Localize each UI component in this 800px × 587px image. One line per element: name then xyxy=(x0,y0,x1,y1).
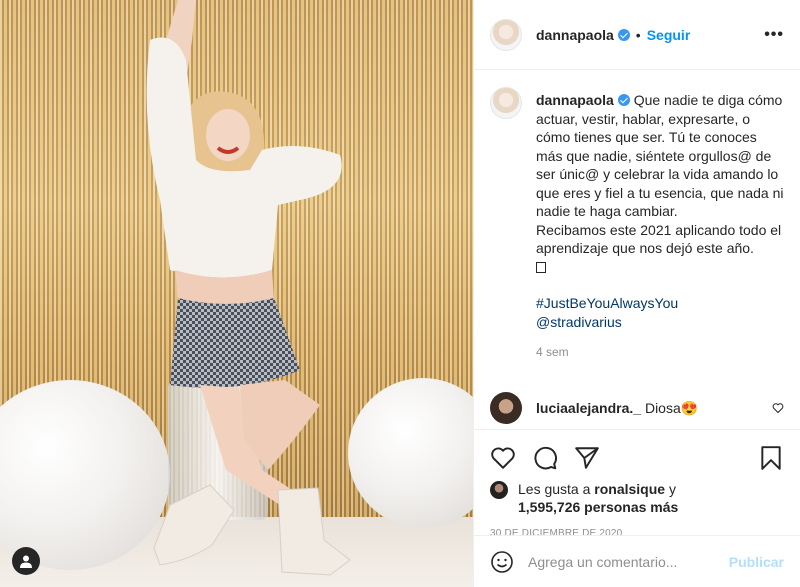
publish-button[interactable]: Publicar xyxy=(729,554,784,570)
verified-badge-icon xyxy=(617,28,630,41)
woman-figure xyxy=(146,0,351,576)
unsupported-emoji-icon xyxy=(536,261,546,273)
caption: dannapaola Que nadie te diga cómo actuar… xyxy=(490,87,784,362)
comment-input[interactable] xyxy=(528,553,715,570)
more-options-icon[interactable]: ••• xyxy=(764,26,784,44)
comment-item: luciaalejandra._ Diosa😍 xyxy=(490,392,784,424)
post-photo[interactable] xyxy=(0,0,473,587)
mention-link[interactable]: @stradivarius xyxy=(536,314,622,330)
caption-line-3: Recibamos este 2021 aplicando todo el ap… xyxy=(536,221,782,257)
caption-avatar[interactable] xyxy=(490,87,522,119)
post-header: dannapaola • Seguir ••• xyxy=(474,0,800,70)
comment-text: Diosa😍 xyxy=(644,399,699,416)
heart-icon[interactable] xyxy=(490,445,516,471)
caption-username[interactable]: dannapaola xyxy=(536,92,614,108)
author-avatar[interactable] xyxy=(490,18,522,51)
caption-time: 4 sem xyxy=(536,345,569,359)
verified-badge-icon xyxy=(617,94,630,106)
commenter-username[interactable]: luciaalejandra._ xyxy=(536,400,641,416)
likes-count[interactable]: 1,595,726 personas más xyxy=(518,499,678,515)
separator-dot: • xyxy=(635,26,641,43)
comments-area[interactable]: dannapaola Que nadie te diga cómo actuar… xyxy=(474,71,800,429)
paper-plane-icon[interactable] xyxy=(574,445,600,471)
caption-body: dannapaola Que nadie te diga cómo actuar… xyxy=(536,87,784,362)
commenter-avatar[interactable] xyxy=(490,392,522,424)
liker-avatar[interactable] xyxy=(490,481,508,499)
likes-connector: y xyxy=(668,481,676,497)
smiley-icon[interactable] xyxy=(490,550,514,574)
comment-bubble-icon[interactable] xyxy=(532,445,558,471)
liker-username[interactable]: ronalsique xyxy=(594,481,665,497)
likes-prefix: Les gusta a xyxy=(518,481,591,497)
bookmark-icon[interactable] xyxy=(758,445,784,471)
author-username[interactable]: dannapaola xyxy=(536,27,614,43)
post-side-panel: dannapaola • Seguir ••• dannapaola Que n… xyxy=(473,0,800,587)
post-actions: Les gusta a ronalsique y 1,595,726 perso… xyxy=(474,429,800,539)
action-icons xyxy=(490,438,784,478)
hashtag-link[interactable]: #JustBeYouAlwaysYou xyxy=(536,295,678,311)
tagged-users-button[interactable] xyxy=(12,547,40,575)
comment-like-heart-icon[interactable] xyxy=(772,402,784,414)
user-icon xyxy=(20,555,32,568)
likes-summary: Les gusta a ronalsique y 1,595,726 perso… xyxy=(490,480,784,516)
follow-button[interactable]: Seguir xyxy=(647,27,691,43)
add-comment-bar: Publicar xyxy=(474,535,800,587)
